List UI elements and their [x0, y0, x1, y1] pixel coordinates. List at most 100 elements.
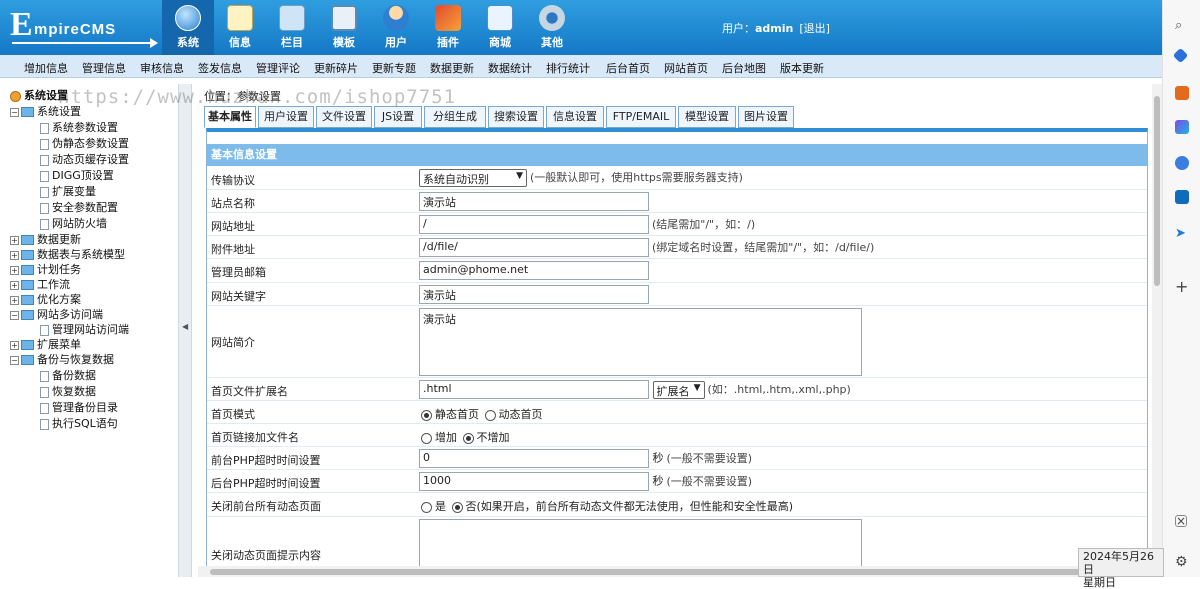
tree-item[interactable]: 安全参数配置 [40, 199, 118, 215]
copilot-icon[interactable] [1175, 120, 1189, 134]
collapse-icon[interactable]: − [10, 355, 19, 365]
shortcut-link[interactable]: 更新碎片 [314, 60, 358, 76]
tree-item[interactable]: 动态页缓存设置 [40, 151, 129, 167]
shortcut-link[interactable]: 管理信息 [82, 60, 126, 76]
folder-icon [21, 310, 34, 320]
shortcut-link[interactable]: 签发信息 [198, 60, 242, 76]
shortcut-link[interactable]: 审核信息 [140, 60, 184, 76]
settings-icon [10, 90, 21, 102]
expand-icon[interactable]: + [10, 295, 19, 305]
shortcut-link[interactable]: 更新专题 [372, 60, 416, 76]
send-icon[interactable]: ➤ [1175, 226, 1189, 241]
tab-basic[interactable]: 基本属性 [204, 106, 256, 128]
admin-email-input[interactable]: admin@phome.net [419, 261, 649, 280]
shortcut-link[interactable]: 数据更新 [430, 60, 474, 76]
sidebar-collapse-handle[interactable]: ◀ [178, 84, 192, 577]
collapse-icon[interactable]: − [10, 107, 19, 117]
tree-item[interactable]: 恢复数据 [40, 383, 96, 399]
tree-group-multi[interactable]: − 网站多访问端 [10, 306, 103, 322]
collapse-icon[interactable]: − [10, 310, 19, 320]
tree-item[interactable]: 管理备份目录 [40, 399, 118, 415]
tab-search[interactable]: 搜索设置 [488, 106, 544, 128]
expand-icon[interactable]: + [10, 250, 19, 260]
search-icon[interactable]: ⌕ [1175, 18, 1189, 33]
expand-icon[interactable]: + [10, 265, 19, 275]
outlook-icon[interactable] [1175, 190, 1189, 204]
row-site-url: 网站地址 / (结尾需加"/"，如：/) [207, 213, 1147, 236]
tree-group[interactable]: + 数据表与系统模型 [10, 246, 125, 262]
shortcut-link[interactable]: 数据统计 [488, 60, 532, 76]
tree-group[interactable]: + 优化方案 [10, 291, 81, 307]
tab-group-gen[interactable]: 分组生成 [424, 106, 486, 128]
shortcut-link[interactable]: 后台首页 [606, 60, 650, 76]
shortcut-link[interactable]: 网站首页 [664, 60, 708, 76]
topnav-other[interactable]: 其他 [526, 0, 578, 55]
tree-item[interactable]: 管理网站访问端 [40, 321, 129, 337]
tree-group[interactable]: + 数据更新 [10, 231, 81, 247]
expand-icon[interactable]: + [10, 280, 19, 290]
shortcut-link[interactable]: 版本更新 [780, 60, 824, 76]
tree-group[interactable]: + 工作流 [10, 276, 70, 292]
ext-select[interactable]: 扩展名 ▼ [652, 380, 705, 399]
tab-ftp-email[interactable]: FTP/EMAIL [606, 106, 676, 128]
tab-user[interactable]: 用户设置 [258, 106, 314, 128]
folder-icon [21, 250, 34, 260]
keywords-input[interactable]: 演示站 [419, 285, 649, 304]
topnav-shop[interactable]: 商城 [474, 0, 526, 55]
protocol-select[interactable]: 系统自动识别 ▼ [419, 169, 527, 187]
expand-icon[interactable]: + [10, 340, 19, 350]
shortcut-link[interactable]: 增加信息 [24, 60, 68, 76]
close-dynamic-yes-radio[interactable] [421, 501, 432, 513]
tag-icon[interactable] [1172, 47, 1189, 64]
intro-textarea[interactable]: 演示站 [419, 308, 862, 376]
topnav-column[interactable]: 栏目 [266, 0, 318, 55]
tab-js[interactable]: JS设置 [374, 106, 422, 128]
tree-group[interactable]: + 计划任务 [10, 261, 81, 277]
gear-icon[interactable]: ⚙ [1175, 555, 1189, 569]
back-timeout-input[interactable]: 1000 [419, 472, 649, 491]
shortcut-link[interactable]: 后台地图 [722, 60, 766, 76]
shortcut-link[interactable]: 排行统计 [546, 60, 590, 76]
add-filename-radio[interactable] [421, 432, 432, 444]
tree-item[interactable]: 系统参数设置 [40, 119, 118, 135]
toolbox-icon[interactable] [1175, 86, 1189, 100]
tab-image[interactable]: 图片设置 [738, 106, 794, 128]
front-timeout-input[interactable]: 0 [419, 449, 649, 468]
shortcut-link[interactable]: 管理评论 [256, 60, 300, 76]
row-index-ext: 首页文件扩展名 .html 扩展名 ▼ (如：.html,.htm,.xml,.ph… [207, 378, 1147, 401]
logout-link[interactable]: [退出] [799, 22, 830, 35]
horizontal-scrollbar[interactable] [198, 566, 1150, 577]
tree-item[interactable]: 备份数据 [40, 367, 96, 383]
tree-item[interactable]: DIGG顶设置 [40, 167, 114, 183]
attach-url-input[interactable]: /d/file/ [419, 238, 649, 257]
tab-model[interactable]: 模型设置 [678, 106, 736, 128]
dynamic-index-radio[interactable] [484, 409, 496, 421]
site-name-input[interactable]: 演示站 [419, 192, 649, 211]
index-ext-input[interactable]: .html [419, 380, 649, 399]
edit-icon [227, 5, 253, 31]
tab-info[interactable]: 信息设置 [546, 106, 604, 128]
sidebar-tree: 系统设置 − 系统设置 系统参数设置 伪静态参数设置 动态页缓存设置 DIGG顶设… [0, 84, 178, 577]
close-sidebar-icon[interactable]: × [1175, 515, 1187, 527]
topnav-template[interactable]: 模板 [318, 0, 370, 55]
tree-group-backup[interactable]: − 备份与恢复数据 [10, 351, 114, 367]
tree-item[interactable]: 扩展变量 [40, 183, 96, 199]
topnav-info[interactable]: 信息 [214, 0, 266, 55]
tree-item[interactable]: 执行SQL语句 [40, 415, 118, 431]
no-filename-radio[interactable] [462, 432, 474, 444]
tree-item[interactable]: 伪静态参数设置 [40, 135, 129, 151]
edge-app-icon[interactable] [1175, 156, 1189, 170]
tab-file[interactable]: 文件设置 [316, 106, 372, 128]
add-icon[interactable]: + [1175, 279, 1189, 295]
tree-item[interactable]: 网站防火墙 [40, 215, 107, 231]
expand-icon[interactable]: + [10, 235, 19, 245]
topnav-system[interactable]: 系统 [162, 0, 214, 55]
topnav-plugin[interactable]: 插件 [422, 0, 474, 55]
vertical-scrollbar[interactable] [1152, 84, 1162, 577]
static-index-radio[interactable] [421, 409, 432, 421]
tree-group[interactable]: + 扩展菜单 [10, 336, 81, 352]
folder-icon [21, 340, 34, 350]
close-dynamic-no-radio[interactable] [451, 501, 463, 513]
site-url-input[interactable]: / [419, 215, 649, 234]
topnav-user[interactable]: 用户 [370, 0, 422, 55]
